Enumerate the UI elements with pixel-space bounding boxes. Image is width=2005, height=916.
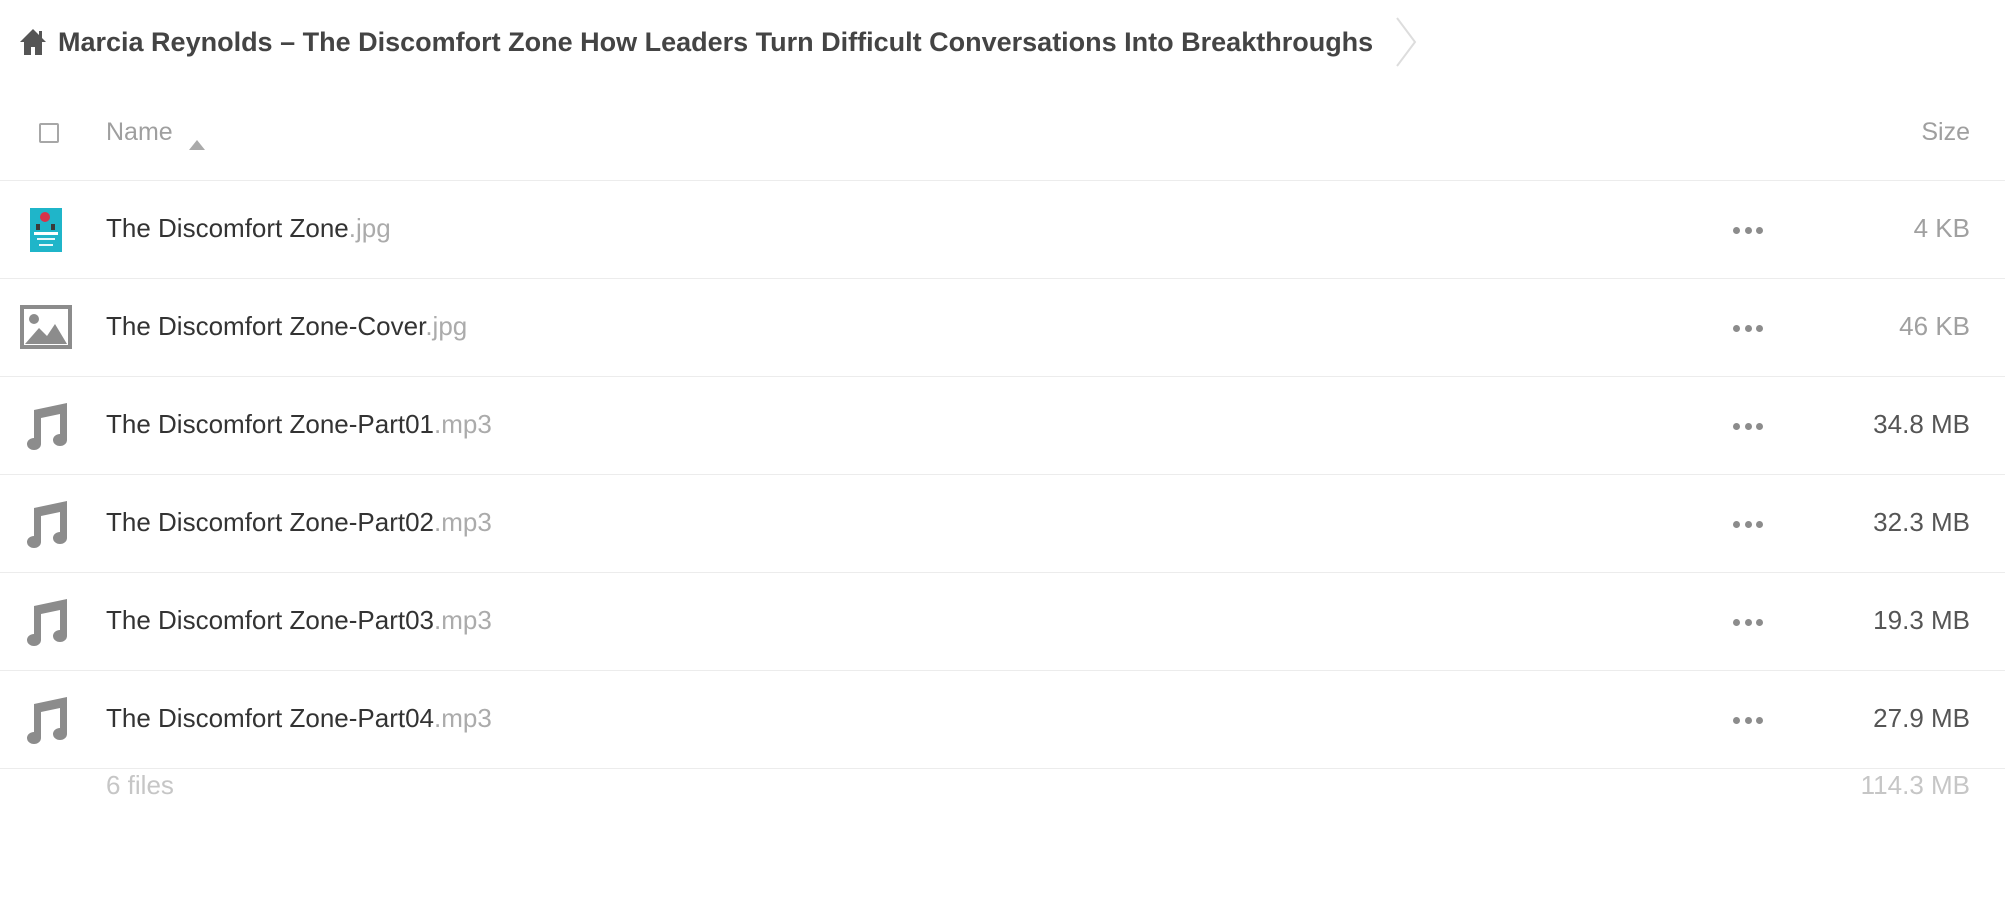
- file-row[interactable]: The Discomfort Zone-Part04.mp3 27.9 MB: [0, 671, 2005, 769]
- file-size: 4 KB: [1913, 213, 1970, 243]
- home-icon[interactable]: [18, 27, 48, 57]
- file-extension: .mp3: [434, 605, 492, 635]
- file-row[interactable]: The Discomfort Zone-Part03.mp3 19.3 MB: [0, 573, 2005, 671]
- file-table-header: Name Size: [0, 84, 2005, 181]
- file-size: 34.8 MB: [1873, 409, 1970, 439]
- breadcrumb-folder-title[interactable]: Marcia Reynolds – The Discomfort Zone Ho…: [58, 27, 1373, 58]
- image-icon: [19, 302, 73, 354]
- file-row[interactable]: The Discomfort Zone-Part02.mp3 32.3 MB: [0, 475, 2005, 573]
- more-options-button[interactable]: [1733, 315, 1763, 341]
- file-extension: .jpg: [425, 311, 468, 341]
- file-name[interactable]: The Discomfort Zone-Part01.mp3: [106, 409, 492, 440]
- music-note-icon: [19, 694, 73, 746]
- book-cover-thumbnail: [19, 204, 73, 256]
- size-column-header[interactable]: Size: [1921, 118, 1970, 147]
- file-extension: .jpg: [348, 213, 391, 243]
- file-base-name: The Discomfort Zone-Part02: [106, 507, 435, 537]
- more-options-button[interactable]: [1733, 707, 1763, 733]
- file-list: The Discomfort Zone.jpg 4 KB The Discomf…: [0, 181, 2005, 769]
- file-extension: .mp3: [434, 409, 492, 439]
- file-base-name: The Discomfort Zone-Part03: [106, 605, 435, 635]
- file-name[interactable]: The Discomfort Zone.jpg: [106, 213, 391, 244]
- file-name[interactable]: The Discomfort Zone-Part04.mp3: [106, 703, 492, 734]
- file-size: 32.3 MB: [1873, 507, 1970, 537]
- music-note-icon: [19, 400, 73, 452]
- file-extension: .mp3: [434, 703, 492, 733]
- file-extension: .mp3: [434, 507, 492, 537]
- more-options-button[interactable]: [1733, 511, 1763, 537]
- file-row[interactable]: The Discomfort Zone-Cover.jpg 46 KB: [0, 279, 2005, 377]
- file-name[interactable]: The Discomfort Zone-Part02.mp3: [106, 507, 492, 538]
- more-options-button[interactable]: [1733, 413, 1763, 439]
- file-count: 6 files: [106, 770, 174, 800]
- name-column-label: Name: [106, 118, 173, 146]
- sort-ascending-icon: [188, 128, 205, 150]
- more-options-button[interactable]: [1733, 609, 1763, 635]
- file-size: 27.9 MB: [1873, 703, 1970, 733]
- file-row[interactable]: The Discomfort Zone.jpg 4 KB: [0, 181, 2005, 279]
- total-size: 114.3 MB: [1860, 770, 1970, 800]
- file-base-name: The Discomfort Zone-Part01: [106, 409, 435, 439]
- file-size: 19.3 MB: [1873, 605, 1970, 635]
- music-note-icon: [19, 596, 73, 648]
- music-note-icon: [19, 498, 73, 550]
- file-row[interactable]: The Discomfort Zone-Part01.mp3 34.8 MB: [0, 377, 2005, 475]
- file-name[interactable]: The Discomfort Zone-Cover.jpg: [106, 311, 467, 342]
- file-size: 46 KB: [1899, 311, 1970, 341]
- file-base-name: The Discomfort Zone-Part04: [106, 703, 435, 733]
- more-options-button[interactable]: [1733, 217, 1763, 243]
- file-summary: 6 files 114.3 MB: [0, 770, 2005, 850]
- file-name[interactable]: The Discomfort Zone-Part03.mp3: [106, 605, 492, 636]
- breadcrumb-separator-icon: [1395, 16, 1417, 68]
- file-base-name: The Discomfort Zone: [106, 213, 349, 243]
- file-base-name: The Discomfort Zone-Cover: [106, 311, 426, 341]
- name-column-header[interactable]: Name: [106, 118, 205, 150]
- select-all-checkbox[interactable]: [39, 123, 59, 143]
- breadcrumb: Marcia Reynolds – The Discomfort Zone Ho…: [18, 0, 1417, 84]
